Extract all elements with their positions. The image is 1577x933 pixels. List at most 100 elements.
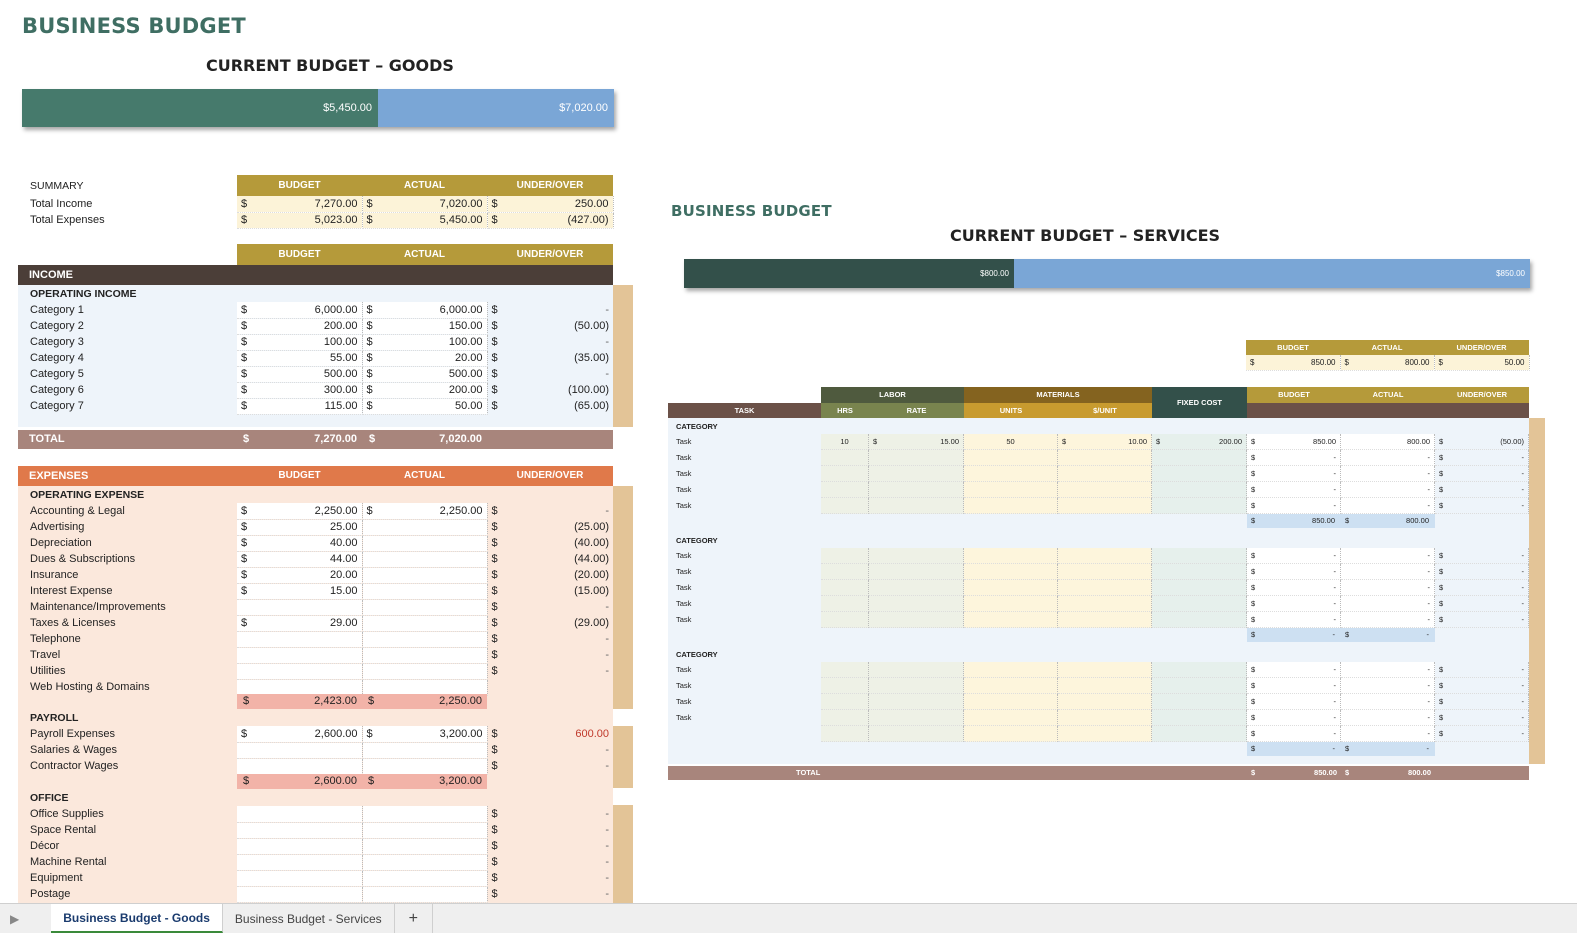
- diff-cell[interactable]: $ -: [1435, 580, 1529, 596]
- rate-cell[interactable]: [869, 662, 964, 678]
- rate-cell[interactable]: $15.00: [869, 434, 964, 450]
- fixed-cell[interactable]: [1152, 498, 1247, 514]
- tab-business-budget-goods[interactable]: Business Budget - Goods: [51, 904, 223, 933]
- budget-cell[interactable]: [237, 663, 363, 680]
- diff-cell[interactable]: $ -: [1435, 466, 1529, 482]
- budget-cell[interactable]: [237, 742, 363, 759]
- actual-cell[interactable]: [362, 631, 488, 648]
- actual-cell[interactable]: $200.00: [362, 382, 488, 399]
- budget-cell[interactable]: [237, 631, 363, 648]
- actual-cell[interactable]: [362, 583, 488, 600]
- diff-cell[interactable]: $ -: [487, 334, 613, 350]
- fixed-cell[interactable]: [1152, 564, 1247, 580]
- summary-budget-cell[interactable]: $5,023.00: [237, 212, 363, 229]
- actual-cell[interactable]: $2,250.00: [362, 503, 488, 520]
- fixed-cell[interactable]: [1152, 662, 1247, 678]
- per-unit-cell[interactable]: [1058, 564, 1152, 580]
- fixed-cell[interactable]: [1152, 710, 1247, 726]
- actual-cell[interactable]: [362, 838, 488, 855]
- units-cell[interactable]: [964, 710, 1058, 726]
- diff-cell[interactable]: $ (44.00): [487, 551, 613, 567]
- budget-cell[interactable]: $55.00: [237, 350, 363, 367]
- actual-cell[interactable]: -: [1341, 612, 1435, 628]
- actual-cell[interactable]: [362, 615, 488, 632]
- budget-cell[interactable]: [237, 838, 363, 855]
- actual-cell[interactable]: [362, 886, 488, 903]
- diff-cell[interactable]: $ (35.00): [487, 350, 613, 366]
- per-unit-cell[interactable]: [1058, 596, 1152, 612]
- hrs-cell[interactable]: [821, 710, 869, 726]
- fixed-cell[interactable]: [1152, 694, 1247, 710]
- diff-cell[interactable]: $ -: [487, 758, 613, 774]
- budget-cell[interactable]: $500.00: [237, 366, 363, 383]
- per-unit-cell[interactable]: [1058, 498, 1152, 514]
- diff-cell[interactable]: [487, 679, 613, 695]
- rate-cell[interactable]: [869, 726, 964, 742]
- diff-cell[interactable]: $ -: [1435, 564, 1529, 580]
- summary-actual-cell[interactable]: $5,450.00: [362, 212, 488, 229]
- rate-cell[interactable]: [869, 612, 964, 628]
- hrs-cell[interactable]: [821, 466, 869, 482]
- budget-cell[interactable]: $ -: [1247, 596, 1341, 612]
- actual-cell[interactable]: -: [1341, 580, 1435, 596]
- actual-cell[interactable]: $150.00: [362, 318, 488, 335]
- diff-cell[interactable]: $ (25.00): [487, 519, 613, 535]
- actual-cell[interactable]: -: [1341, 466, 1435, 482]
- per-unit-cell[interactable]: [1058, 726, 1152, 742]
- actual-cell[interactable]: $50.00: [362, 398, 488, 415]
- actual-cell[interactable]: -: [1341, 450, 1435, 466]
- hrs-cell[interactable]: [821, 580, 869, 596]
- fixed-cell[interactable]: $200.00: [1152, 434, 1247, 450]
- budget-cell[interactable]: $100.00: [237, 334, 363, 351]
- budget-cell[interactable]: $300.00: [237, 382, 363, 399]
- units-cell[interactable]: [964, 726, 1058, 742]
- actual-cell[interactable]: [362, 535, 488, 552]
- fixed-cell[interactable]: [1152, 612, 1247, 628]
- units-cell[interactable]: [964, 466, 1058, 482]
- hrs-cell[interactable]: [821, 662, 869, 678]
- diff-cell[interactable]: $ (15.00): [487, 583, 613, 599]
- summary-budget-cell[interactable]: $7,270.00: [237, 196, 363, 213]
- fixed-cell[interactable]: [1152, 580, 1247, 596]
- svc-summary-actual[interactable]: $800.00: [1340, 355, 1435, 371]
- summary-actual-cell[interactable]: $7,020.00: [362, 196, 488, 213]
- svc-summary-budget[interactable]: $850.00: [1246, 355, 1341, 371]
- actual-cell[interactable]: [362, 567, 488, 584]
- tab-business-budget-services[interactable]: Business Budget - Services: [223, 904, 395, 933]
- budget-cell[interactable]: [237, 806, 363, 823]
- budget-cell[interactable]: $ -: [1247, 662, 1341, 678]
- per-unit-cell[interactable]: [1058, 482, 1152, 498]
- fixed-cell[interactable]: [1152, 596, 1247, 612]
- units-cell[interactable]: [964, 548, 1058, 564]
- units-cell[interactable]: [964, 482, 1058, 498]
- units-cell[interactable]: [964, 678, 1058, 694]
- diff-cell[interactable]: $ -: [487, 838, 613, 854]
- units-cell[interactable]: [964, 662, 1058, 678]
- diff-cell[interactable]: $ -: [487, 663, 613, 679]
- diff-cell[interactable]: $ -: [1435, 612, 1529, 628]
- diff-cell[interactable]: $ -: [487, 302, 613, 318]
- actual-cell[interactable]: [362, 870, 488, 887]
- budget-cell[interactable]: $ -: [1247, 548, 1341, 564]
- per-unit-cell[interactable]: [1058, 548, 1152, 564]
- actual-cell[interactable]: [362, 758, 488, 775]
- diff-cell[interactable]: $ (20.00): [487, 567, 613, 583]
- per-unit-cell[interactable]: [1058, 662, 1152, 678]
- diff-cell[interactable]: $ -: [487, 886, 613, 902]
- units-cell[interactable]: 50: [964, 434, 1058, 450]
- units-cell[interactable]: [964, 596, 1058, 612]
- budget-cell[interactable]: $ -: [1247, 466, 1341, 482]
- actual-cell[interactable]: [362, 822, 488, 839]
- actual-cell[interactable]: [362, 647, 488, 664]
- budget-cell[interactable]: $ -: [1247, 612, 1341, 628]
- per-unit-cell[interactable]: [1058, 450, 1152, 466]
- actual-cell[interactable]: $3,200.00: [362, 726, 488, 743]
- diff-cell[interactable]: $ (29.00): [487, 615, 613, 631]
- diff-cell[interactable]: $ -: [1435, 482, 1529, 498]
- summary-diff-cell[interactable]: $250.00: [487, 196, 614, 213]
- budget-cell[interactable]: $15.00: [237, 583, 363, 600]
- per-unit-cell[interactable]: [1058, 694, 1152, 710]
- units-cell[interactable]: [964, 694, 1058, 710]
- budget-cell[interactable]: $20.00: [237, 567, 363, 584]
- actual-cell[interactable]: -: [1341, 694, 1435, 710]
